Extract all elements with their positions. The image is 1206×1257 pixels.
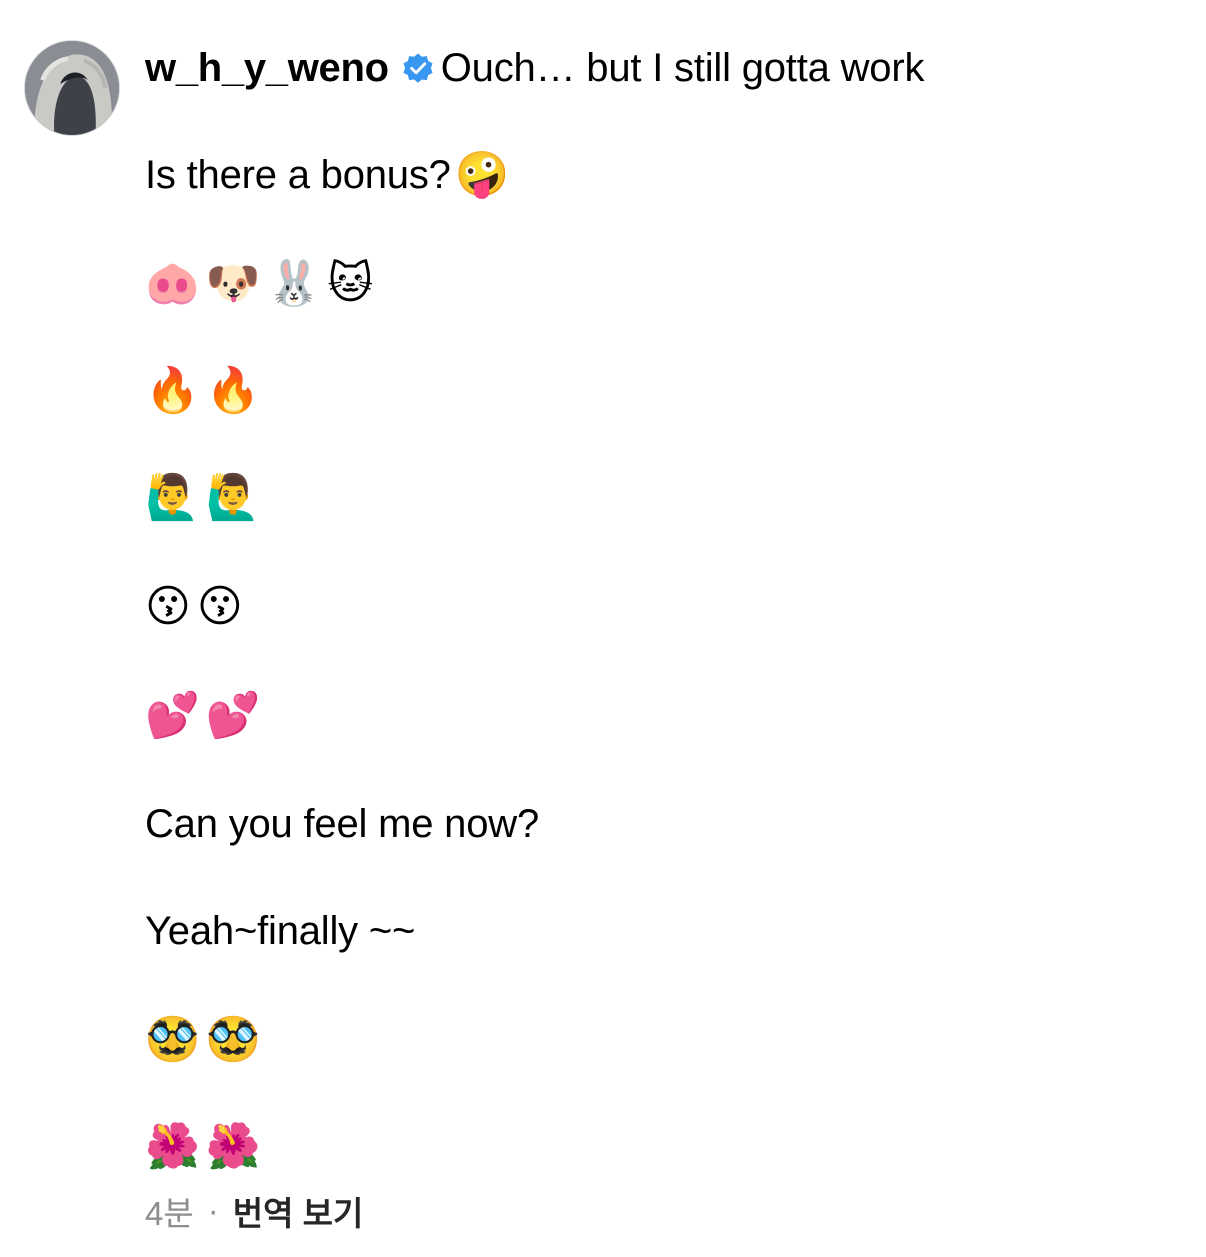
avatar-image (25, 41, 119, 135)
comment-text: Is there a bonus? (145, 152, 451, 197)
comment-line-bonus: Is there a bonus? 🤪 (145, 148, 509, 202)
comment-line-finally: Yeah~finally ~~ (145, 904, 415, 958)
hibiscus-emojis: 🌺🌺 (145, 1121, 267, 1172)
avatar[interactable] (24, 40, 120, 136)
disguised-face-emojis: 🥸🥸 (145, 1014, 267, 1065)
comment-text: Ouch… but I still gotta work (440, 45, 925, 90)
raising-hand-emojis: 🙋‍♂️🙋‍♂️ (145, 472, 267, 523)
kissing-face-emojis: 😗😗 (145, 581, 249, 632)
animal-emojis: 🐽🐶🐰🐱 (145, 258, 380, 309)
two-hearts-emojis: 💕💕 (145, 690, 267, 741)
comment-line-feel: Can you feel me now? (145, 797, 539, 851)
comment-line-raising-hand: 🙋‍♂️🙋‍♂️ (145, 471, 267, 525)
comment-line-hibiscus: 🌺🌺 (145, 1120, 267, 1174)
username-link[interactable]: w_h_y_weno (145, 46, 389, 91)
separator-dot: · (207, 1192, 219, 1229)
see-translation-button[interactable]: 번역 보기 (233, 1187, 364, 1235)
comment-line-kissing: 😗😗 (145, 580, 249, 634)
verified-badge-icon (401, 51, 435, 85)
comment-line-disguise: 🥸🥸 (145, 1013, 267, 1067)
comment-text: Can you feel me now? (145, 801, 540, 846)
zany-face-emoji: 🤪 (454, 149, 510, 200)
comment-first-line: w_h_y_weno Ouch… but I still gotta work (145, 42, 924, 94)
comment-text: Yeah~finally ~~ (145, 908, 416, 953)
comment-footer: 4분 · 번역 보기 (145, 1188, 363, 1234)
comment-line-fire: 🔥🔥 (145, 364, 267, 418)
comment-line-hearts: 💕💕 (145, 689, 267, 743)
comment-line-animals: 🐽🐶🐰🐱 (145, 257, 379, 311)
comment-timestamp: 4분 (145, 1195, 194, 1232)
fire-emojis: 🔥🔥 (145, 365, 267, 416)
